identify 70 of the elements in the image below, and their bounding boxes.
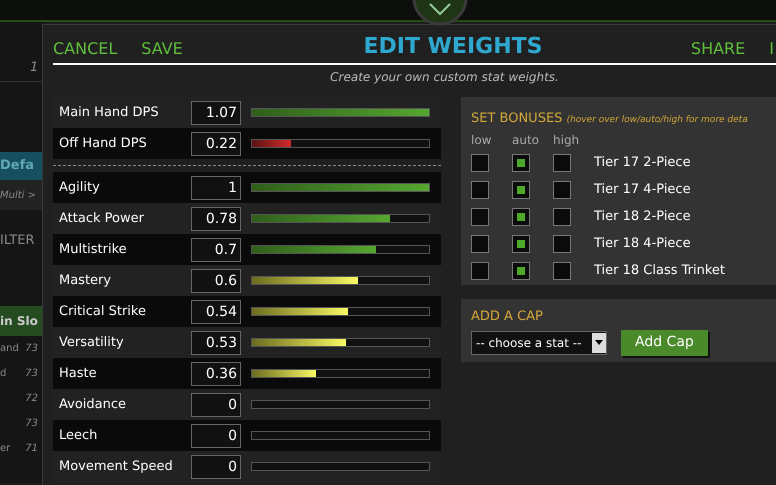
stat-label: Multistrike (59, 240, 128, 259)
weight-input[interactable]: 0.54 (191, 300, 241, 324)
stat-label: Haste (59, 364, 98, 383)
weight-input[interactable]: 0 (191, 454, 241, 478)
weight-input[interactable]: 0.7 (191, 238, 241, 262)
choice-checkbox[interactable] (512, 234, 530, 252)
stat-label: Movement Speed (59, 458, 174, 476)
row-value: 72 (25, 392, 38, 406)
choice-checkbox[interactable] (471, 234, 489, 252)
weight-input[interactable]: 0.36 (191, 362, 241, 386)
choice-checkbox[interactable] (471, 262, 489, 280)
weight-input[interactable]: 1.07 (191, 100, 241, 124)
stat-label: Versatility (59, 334, 125, 352)
choice-checkbox[interactable] (553, 180, 571, 198)
column-label: low (471, 132, 492, 149)
weight-input[interactable]: 0 (191, 424, 241, 448)
stat-label: Leech (59, 426, 98, 445)
subtitle: Create your own custom stat weights. (330, 69, 559, 86)
choice-checkbox[interactable] (512, 262, 530, 280)
header-link[interactable]: SHARE (690, 37, 746, 61)
set-bonus-label: Tier 17 2-Piece (594, 154, 691, 172)
set-bonus-label: Tier 17 4-Piece (594, 180, 691, 199)
header-link[interactable]: I (769, 37, 774, 61)
column-label: auto (512, 132, 540, 149)
row-label: d (0, 367, 6, 381)
choice-checkbox[interactable] (471, 208, 489, 226)
weight-input[interactable]: 0 (191, 392, 241, 416)
set-bonus-label: Tier 18 2-Piece (594, 208, 691, 226)
weight-input[interactable]: 0.78 (191, 206, 241, 230)
row-value: 73 (25, 417, 38, 431)
panel-title: ADD A CAP (471, 308, 544, 326)
stat-label: Critical Strike (59, 302, 147, 321)
section-heading: in Slo (0, 306, 42, 336)
stat-label: Off Hand DPS (59, 134, 148, 153)
panel-title: SET BONUSES (471, 111, 564, 126)
choice-checkbox[interactable] (512, 154, 530, 172)
header-link[interactable]: SAVE (141, 37, 183, 61)
stat-label: Avoidance (59, 396, 127, 414)
count-text: 1 (30, 58, 38, 76)
choice-checkbox[interactable] (471, 180, 489, 198)
choice-checkbox[interactable] (553, 262, 571, 280)
choice-checkbox[interactable] (471, 154, 489, 172)
choice-checkbox[interactable] (512, 208, 530, 226)
stat-label: Mastery (59, 272, 112, 290)
choice-checkbox[interactable] (553, 234, 571, 252)
filter-label: ILTER (0, 232, 36, 250)
stat-select[interactable]: -- choose a stat -- (471, 330, 607, 354)
stat-label: Main Hand DPS (59, 104, 160, 122)
row-value: 73 (25, 342, 38, 356)
choice-checkbox[interactable] (512, 180, 530, 198)
weight-input[interactable]: 0.53 (191, 330, 241, 354)
breadcrumb-text: Multi > (0, 180, 42, 210)
panel-hint: (hover over low/auto/high for more deta (566, 115, 748, 125)
weight-input[interactable]: 0.6 (191, 268, 241, 292)
weight-input[interactable]: 0.22 (191, 132, 241, 156)
set-bonus-label: Tier 18 4-Piece (594, 234, 691, 253)
add-cap-button[interactable]: Add Cap (621, 330, 708, 356)
choice-checkbox[interactable] (553, 208, 571, 226)
dialog-title: EDIT WEIGHTS (362, 33, 544, 61)
row-label: and (0, 342, 19, 356)
header-link[interactable]: CANCEL (53, 37, 118, 61)
column-label: high (553, 132, 580, 149)
row-value: 71 (25, 442, 38, 456)
row-label: er (0, 442, 10, 456)
row-value: 73 (25, 367, 38, 381)
stat-label: Attack Power (59, 210, 145, 228)
choice-checkbox[interactable] (553, 154, 571, 172)
set-bonus-label: Tier 18 Class Trinket (594, 262, 726, 280)
stat-label: Agility (59, 178, 101, 197)
weight-input[interactable]: 1 (191, 176, 241, 200)
